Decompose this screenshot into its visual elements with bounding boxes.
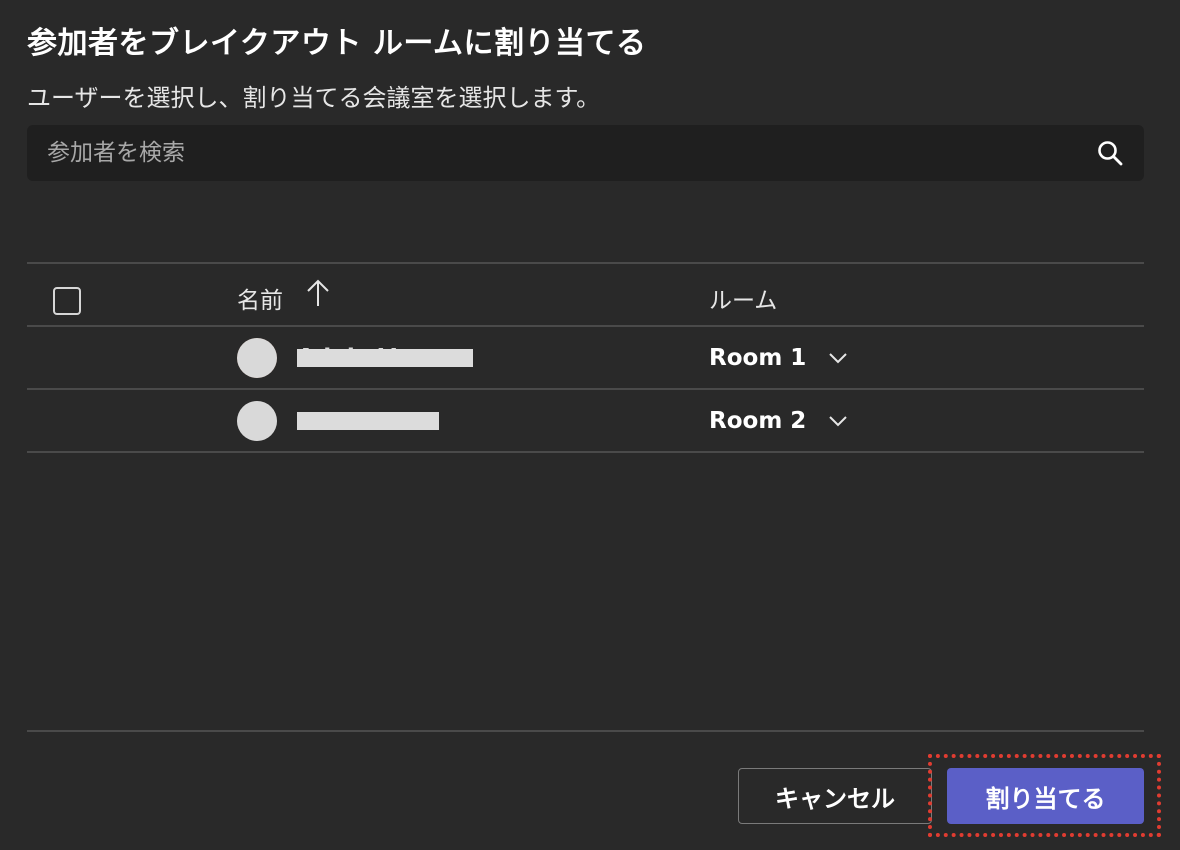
assign-participants-dialog: 参加者をブレイクアウト ルームに割り当てる ユーザーを選択し、割り当てる会議室を… — [0, 0, 1180, 850]
search-box — [27, 125, 1144, 181]
select-all-checkbox[interactable] — [53, 287, 81, 315]
table-row[interactable]: Adele Vance Room 1 — [27, 327, 1144, 388]
avatar — [237, 401, 277, 441]
chevron-down-icon — [829, 353, 848, 364]
cancel-button[interactable]: キャンセル — [738, 768, 932, 824]
highlight-box — [928, 754, 1161, 837]
room-dropdown-value: Room 1 — [709, 345, 807, 371]
redaction-bar — [297, 412, 439, 430]
redaction-bar — [297, 349, 473, 367]
dialog-title: 参加者をブレイクアウト ルームに割り当てる — [27, 26, 647, 61]
dialog-subtitle: ユーザーを選択し、割り当てる会議室を選択します。 — [27, 84, 601, 112]
room-dropdown[interactable]: Room 1 — [709, 340, 848, 376]
divider — [27, 451, 1144, 453]
column-header-name[interactable]: 名前 — [237, 281, 283, 315]
search-icon[interactable] — [1096, 139, 1124, 167]
arrow-up-icon[interactable] — [305, 278, 331, 308]
table-row[interactable]: Room 2 — [27, 390, 1144, 451]
table-header: 名前 ルーム — [27, 264, 1144, 326]
avatar — [237, 338, 277, 378]
column-header-room: ルーム — [709, 288, 778, 314]
chevron-down-icon — [829, 416, 848, 427]
search-input[interactable] — [27, 125, 1144, 181]
room-dropdown[interactable]: Room 2 — [709, 403, 848, 439]
room-dropdown-value: Room 2 — [709, 408, 807, 434]
footer-divider — [27, 730, 1144, 732]
